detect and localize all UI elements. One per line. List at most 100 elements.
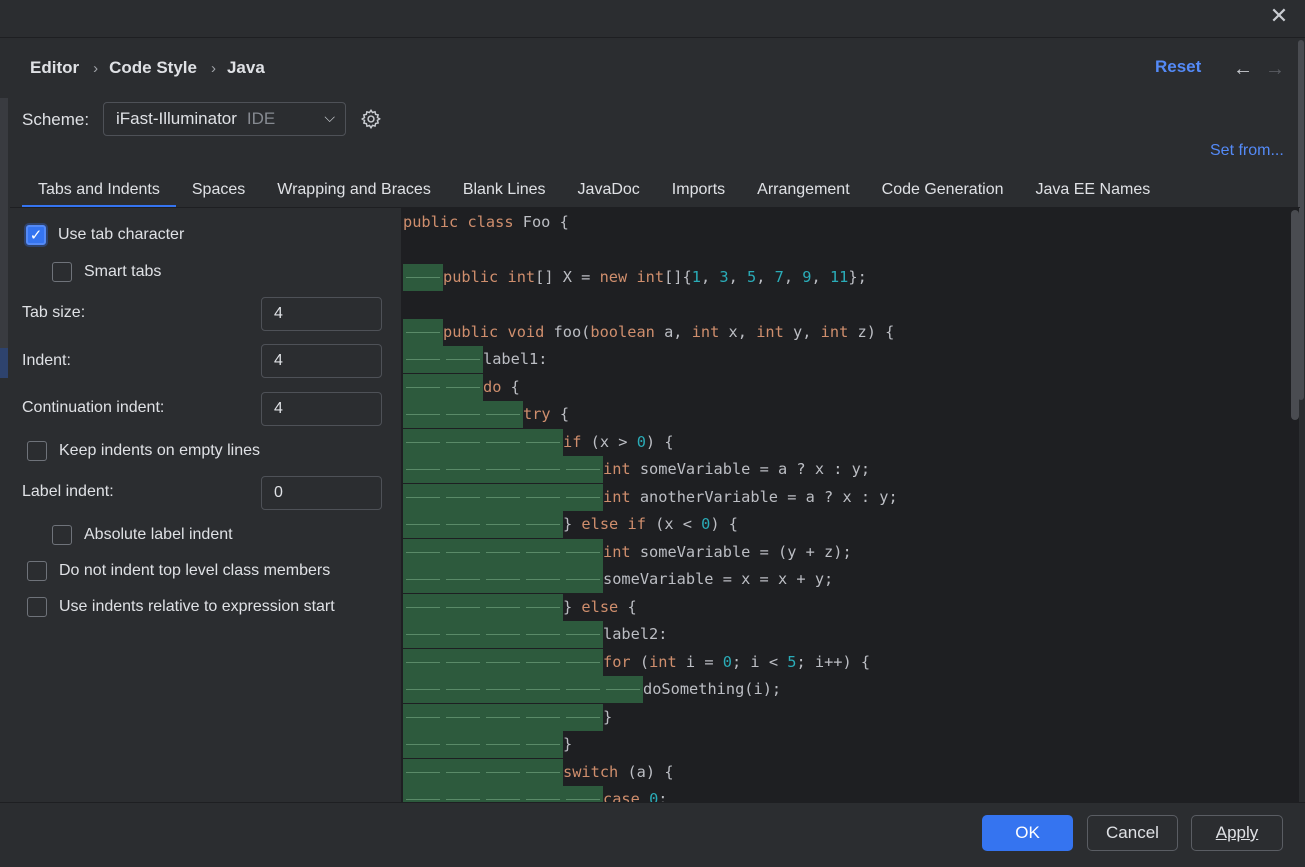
- code-line: do {: [403, 373, 520, 402]
- code-token: ; i <: [731, 652, 788, 671]
- breadcrumb-item-editor[interactable]: Editor: [30, 58, 79, 78]
- code-token: y,: [783, 322, 821, 341]
- code-token: void: [507, 322, 545, 341]
- tab-marker: [483, 456, 523, 483]
- code-line: } else {: [403, 593, 637, 622]
- tab-marker: [523, 676, 563, 703]
- code-token: int: [636, 267, 665, 286]
- code-line: public int[] X = new int[]{1, 3, 5, 7, 9…: [403, 263, 867, 292]
- label-indent-field[interactable]: 0: [261, 476, 382, 510]
- code-line: someVariable = x = x + y;: [403, 566, 833, 594]
- tab-java-ee-names[interactable]: Java EE Names: [1020, 172, 1167, 208]
- code-line: try {: [403, 401, 569, 429]
- checkmark-icon: ✓: [26, 225, 46, 245]
- settings-tree-edge: [0, 98, 8, 348]
- gear-icon[interactable]: [360, 108, 382, 130]
- tab-javadoc[interactable]: JavaDoc: [562, 172, 656, 208]
- dialog-titlebar: ✕: [0, 0, 1305, 38]
- tab-marker: [403, 703, 443, 731]
- tab-marker: [403, 566, 443, 593]
- back-arrow-icon[interactable]: ←: [1233, 58, 1255, 82]
- code-token: ,: [756, 267, 775, 286]
- tab-marker: [403, 318, 443, 346]
- keep-indents-empty-checkbox[interactable]: Keep indents on empty lines: [27, 441, 260, 461]
- no-indent-top-level-checkbox[interactable]: Do not indent top level class members: [27, 561, 330, 581]
- tab-marker: [523, 703, 563, 731]
- tab-marker: [563, 676, 603, 703]
- code-preview-scrollbar[interactable]: [1291, 210, 1299, 420]
- tab-wrapping-and-braces[interactable]: Wrapping and Braces: [261, 172, 447, 208]
- code-token: 5: [787, 652, 797, 671]
- tab-marker: [483, 483, 523, 511]
- use-tab-character-checkbox[interactable]: ✓ Use tab character: [26, 225, 184, 245]
- tab-arrangement[interactable]: Arrangement: [741, 172, 866, 208]
- tab-imports[interactable]: Imports: [656, 172, 741, 208]
- tab-marker: [443, 346, 483, 373]
- tab-blank-lines[interactable]: Blank Lines: [447, 172, 562, 208]
- tab-marker: [523, 456, 563, 483]
- tab-marker: [563, 456, 603, 483]
- code-token: (a) {: [618, 762, 674, 781]
- cancel-button[interactable]: Cancel: [1087, 815, 1178, 851]
- tab-marker: [403, 263, 443, 291]
- tab-code-generation[interactable]: Code Generation: [866, 172, 1020, 208]
- set-from-link[interactable]: Set from...: [1210, 142, 1284, 160]
- code-line: int anotherVariable = a ? x : y;: [403, 483, 898, 512]
- tab-size-label: Tab size:: [22, 304, 86, 321]
- keep-indents-empty-label: Keep indents on empty lines: [59, 442, 261, 459]
- code-line: }: [403, 703, 612, 732]
- tab-marker: [523, 731, 563, 758]
- code-line: int someVariable = a ? x : y;: [403, 456, 870, 484]
- tab-tabs-and-indents[interactable]: Tabs and Indents: [22, 172, 176, 208]
- tab-marker: [483, 648, 523, 676]
- no-indent-top-level-label: Do not indent top level class members: [59, 562, 331, 579]
- code-line: public class Foo {: [403, 209, 569, 237]
- tab-marker: [483, 401, 523, 428]
- close-icon[interactable]: ✕: [1267, 4, 1291, 28]
- breadcrumb-item-code-style[interactable]: Code Style: [109, 58, 197, 78]
- indents-relative-expr-checkbox[interactable]: Use indents relative to expression start: [27, 597, 335, 617]
- code-line: switch (a) {: [403, 758, 674, 787]
- tab-spaces[interactable]: Spaces: [176, 172, 261, 208]
- checkbox-box: [27, 561, 47, 581]
- settings-tabs: Tabs and Indents Spaces Wrapping and Bra…: [22, 172, 1166, 208]
- scheme-value: iFast-Illuminator: [116, 109, 237, 128]
- code-token: [] X =: [535, 267, 600, 286]
- smart-tabs-label: Smart tabs: [84, 263, 162, 280]
- code-token: (x <: [645, 515, 702, 533]
- code-line: public void foo(boolean a, int x, int y,…: [403, 318, 894, 347]
- tab-marker: [483, 511, 523, 538]
- absolute-label-indent-label: Absolute label indent: [84, 526, 233, 543]
- tab-marker: [443, 456, 483, 483]
- code-token: a,: [654, 322, 692, 341]
- continuation-indent-field[interactable]: 4: [261, 392, 382, 426]
- apply-button[interactable]: Apply: [1191, 815, 1283, 851]
- code-token: {: [550, 405, 570, 423]
- forward-arrow-icon: →: [1265, 58, 1285, 80]
- tab-marker: [483, 593, 523, 621]
- code-token: 1: [691, 267, 701, 286]
- absolute-label-indent-checkbox[interactable]: Absolute label indent: [52, 525, 233, 545]
- code-token: i =: [676, 652, 723, 671]
- code-token: if: [627, 515, 646, 533]
- scheme-label: Scheme:: [22, 110, 90, 129]
- tab-marker: [523, 621, 563, 648]
- settings-tree-selection-edge: [0, 348, 8, 378]
- code-token: int: [603, 487, 631, 506]
- smart-tabs-checkbox[interactable]: Smart tabs: [52, 262, 161, 282]
- tab-marker: [483, 731, 523, 758]
- scheme-dropdown[interactable]: iFast-Illuminator IDE ⌵: [103, 102, 346, 136]
- ok-button[interactable]: OK: [982, 815, 1073, 851]
- reset-link[interactable]: Reset: [1155, 57, 1201, 77]
- indent-field[interactable]: 4: [261, 344, 382, 378]
- code-token: int: [756, 322, 784, 341]
- code-token: 0: [701, 515, 711, 533]
- code-token: foo(: [544, 322, 591, 341]
- code-line: doSomething(i);: [403, 676, 781, 704]
- tab-size-field[interactable]: 4: [261, 297, 382, 331]
- code-token: {: [501, 377, 520, 396]
- code-line: }: [403, 731, 572, 759]
- code-token: do: [483, 377, 502, 396]
